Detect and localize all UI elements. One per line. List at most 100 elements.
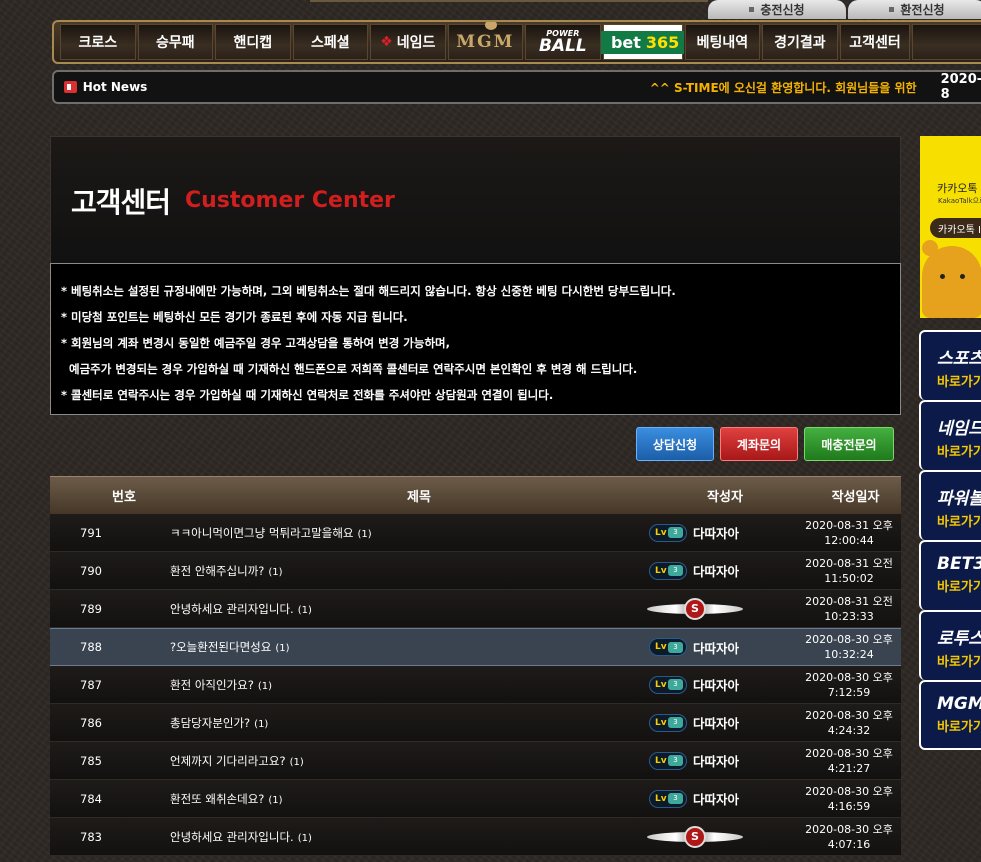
level-text: Lv: [655, 679, 667, 690]
side-link-lotus[interactable]: 로투스 바로가기: [919, 610, 981, 680]
row-date-day: 2020-08-30 오후: [805, 708, 893, 722]
comment-count: (1): [268, 794, 283, 806]
row-number: 787: [80, 677, 102, 692]
bullet-icon: [889, 7, 895, 12]
hot-news-label: Hot News: [82, 80, 148, 94]
account-inquiry-button[interactable]: 계좌문의: [720, 427, 798, 461]
side-link-sub: 바로가기: [937, 655, 981, 670]
deposit-request-tab[interactable]: 충전신청: [708, 0, 846, 19]
comment-count: (1): [357, 528, 372, 540]
sales-inquiry-button[interactable]: 매충전문의: [804, 427, 894, 461]
row-subject[interactable]: 안녕하세요 관리자입니다. (1): [132, 829, 647, 845]
row-subject-text[interactable]: 언제까지 기다리라고요?: [170, 754, 286, 768]
row-date-time: 4:24:32: [827, 723, 871, 737]
row-number: 785: [80, 753, 102, 768]
nav-powerball[interactable]: POWER BALL: [525, 24, 601, 60]
side-link-sub: 바로가기: [937, 720, 981, 735]
comment-count: (1): [289, 756, 304, 768]
notice-line: * 미당첨 포인트는 베팅하신 모든 경기가 종료된 후에 자동 지급 됩니다.: [61, 310, 408, 324]
nav-win-draw-lose[interactable]: 승무패: [137, 24, 214, 60]
table-row[interactable]: 784 환전또 왜취손데요? (1) Lv 3 다따자아 2020-08-30 오후 4:16…: [50, 780, 901, 818]
row-number: 784: [80, 791, 102, 806]
level-badge-icon: Lv 3: [649, 561, 687, 580]
kakao-title: 카카오톡: [937, 182, 978, 195]
row-date: 2020-08-30 오후 10:32:24: [797, 632, 901, 662]
consult-button[interactable]: 상담신청: [636, 427, 714, 461]
row-date-time: 4:16:59: [827, 799, 871, 813]
kakao-banner[interactable]: 카카오톡 KakaoTalk으로 카카오톡 I: [920, 136, 981, 318]
level-badge-icon: Lv 3: [649, 675, 687, 694]
row-date: 2020-08-31 오전 11:50:02: [797, 556, 901, 586]
row-subject-text[interactable]: 안녕하세요 관리자입니다.: [170, 602, 294, 616]
nav-special-label: 스페셜: [310, 35, 350, 51]
row-subject[interactable]: 총담당자분인가? (1): [132, 715, 647, 731]
nav-bet365[interactable]: bet 365: [600, 24, 685, 60]
row-subject-text[interactable]: 환전 안해주십니까?: [170, 564, 264, 578]
withdraw-request-tab[interactable]: 환전신청: [848, 0, 981, 19]
side-link-bet365[interactable]: BET36 바로가기: [919, 540, 981, 610]
page-title: 고객센터: [71, 186, 171, 219]
row-number: 789: [80, 601, 102, 616]
admin-wing-icon: S: [647, 824, 743, 850]
row-date-time: 4:07:16: [827, 837, 871, 851]
row-subject[interactable]: 환전 아직인가요? (1): [132, 677, 647, 693]
row-date-time: 4:21:27: [827, 761, 871, 775]
hot-news-ticker: ^^ S-TIME에 오신걸 환영합니다. 회원님들을 위한: [649, 80, 917, 95]
table-row[interactable]: 783 안녕하세요 관리자입니다. (1) S 2020-08-30 오후 4:07:16: [50, 818, 901, 856]
table-row[interactable]: 791 ㅋㅋ아니먹이면그냥 먹튀라고말을해요 (1) Lv 3 다따자아 2020-08-3…: [50, 514, 901, 552]
mgm-logo: MGM: [456, 22, 514, 52]
row-subject[interactable]: 환전 안해주십니까? (1): [132, 563, 647, 579]
nav-cross[interactable]: 크로스: [60, 24, 136, 60]
row-subject-text[interactable]: 환전 아직인가요?: [170, 678, 254, 692]
nav-special[interactable]: 스페셜: [292, 24, 369, 60]
top-border-line: [310, 0, 708, 2]
table-row[interactable]: 788 ?오늘환전된다면성요 (1) Lv 3 다따자아 2020-08-30 오후 10:3…: [50, 628, 901, 666]
row-subject[interactable]: 언제까지 기다리라고요? (1): [132, 753, 647, 769]
author-name: 다따자아: [693, 678, 740, 693]
nav-bet-history[interactable]: 베팅내역: [684, 24, 761, 60]
row-subject-text[interactable]: ㅋㅋ아니먹이면그냥 먹튀라고말을해요: [170, 526, 354, 540]
row-subject-text[interactable]: ?오늘환전된다면성요: [170, 640, 271, 654]
row-subject[interactable]: ㅋㅋ아니먹이면그냥 먹튀라고말을해요 (1): [132, 525, 647, 541]
side-link-title: 파워볼: [937, 489, 981, 509]
nav-named[interactable]: ❖ 네임드: [370, 24, 446, 60]
row-date: 2020-08-31 오전 10:23:33: [797, 594, 901, 624]
row-subject[interactable]: 안녕하세요 관리자입니다. (1): [132, 601, 647, 617]
mgm-lion-icon: [485, 22, 498, 30]
row-subject[interactable]: 환전또 왜취손데요? (1): [132, 791, 647, 807]
nav-customer-center[interactable]: 고객센터: [839, 24, 911, 60]
row-date: 2020-08-30 오후 7:12:59: [797, 670, 901, 700]
side-link-sports[interactable]: 스포츠 바로가기: [919, 330, 981, 400]
table-row[interactable]: 790 환전 안해주십니까? (1) Lv 3 다따자아 2020-08-31 오전 11:5…: [50, 552, 901, 590]
side-link-powerball[interactable]: 파워볼 바로가기: [919, 470, 981, 540]
row-date-day: 2020-08-30 오후: [805, 746, 893, 760]
table-row[interactable]: 787 환전 아직인가요? (1) Lv 3 다따자아 2020-08-30 오후 7:12:…: [50, 666, 901, 704]
level-text: Lv: [655, 565, 667, 576]
nav-named-label: 네임드: [396, 35, 436, 51]
speaker-icon: [64, 81, 77, 93]
row-author: Lv 3 다따자아: [647, 638, 797, 657]
table-row[interactable]: 786 총담당자분인가? (1) Lv 3 다따자아 2020-08-30 오후 4:24:3…: [50, 704, 901, 742]
row-subject[interactable]: ?오늘환전된다면성요 (1): [132, 639, 647, 655]
row-date-day: 2020-08-31 오후: [805, 518, 893, 532]
bet365-logo: bet 365: [600, 30, 685, 54]
row-subject-text[interactable]: 환전또 왜취손데요?: [170, 792, 264, 806]
nav-mgm[interactable]: MGM: [447, 22, 524, 60]
nav-handicap[interactable]: 핸디캡: [215, 24, 291, 60]
table-row[interactable]: 785 언제까지 기다리라고요? (1) Lv 3 다따자아 2020-08-30 오후 4:…: [50, 742, 901, 780]
nav-results[interactable]: 경기결과: [762, 24, 838, 60]
row-author: Lv 3 다따자아: [647, 523, 797, 542]
level-text: Lv: [655, 793, 667, 804]
row-subject-text[interactable]: 총담당자분인가?: [170, 716, 250, 730]
header-subject: 제목: [407, 490, 431, 505]
side-link-named[interactable]: 네임드 바로가기: [919, 400, 981, 470]
row-date-day: 2020-08-31 오전: [805, 556, 893, 570]
side-link-mgm[interactable]: MGM 바로가기: [919, 680, 981, 750]
row-subject-text[interactable]: 안녕하세요 관리자입니다.: [170, 830, 294, 844]
author-name: 다따자아: [693, 792, 740, 807]
bullet-icon: [749, 7, 755, 12]
nav-next-cut[interactable]: [912, 24, 981, 60]
table-row[interactable]: 789 안녕하세요 관리자입니다. (1) S 2020-08-31 오전 10:23:3…: [50, 590, 901, 628]
author-name: 다따자아: [693, 526, 740, 541]
level-badge-icon: Lv 3: [649, 713, 687, 732]
